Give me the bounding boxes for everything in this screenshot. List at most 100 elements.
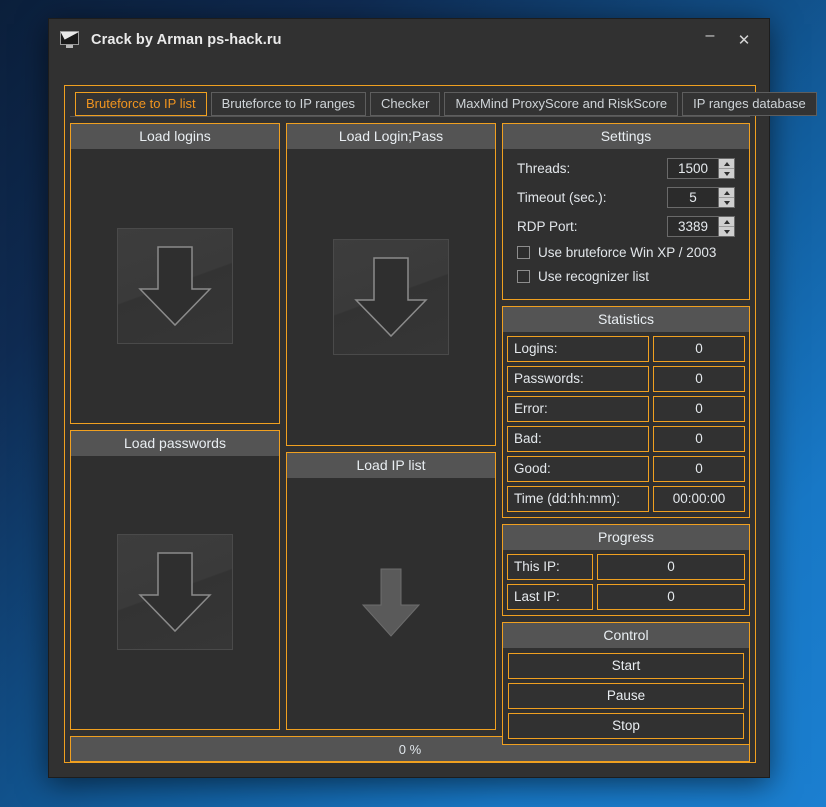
dropzone-load-passwords[interactable]: Load passwords (70, 430, 280, 731)
dropzone-load-logins-area[interactable] (71, 149, 279, 423)
dropzone-load-login-pass[interactable]: Load Login;Pass (286, 123, 496, 446)
start-button[interactable]: Start (508, 653, 744, 679)
left-column: Load logins Load passwords (70, 123, 280, 730)
dropzone-load-ip-list-area[interactable] (287, 478, 495, 730)
statistics-logins-value: 0 (653, 336, 745, 362)
rdp-port-input[interactable]: 3389 (667, 216, 718, 237)
right-column: Settings Threads: 1500 (502, 123, 750, 730)
statistics-title: Statistics (503, 307, 749, 332)
tab-bruteforce-to-ip-list[interactable]: Bruteforce to IP list (75, 92, 207, 116)
dropzone-load-ip-list[interactable]: Load IP list (286, 452, 496, 731)
control-panel: Control Start Pause Stop (502, 622, 750, 745)
progress-this-ip-label: This IP: (507, 554, 593, 580)
settings-row-threads: Threads: 1500 (517, 158, 735, 179)
statistics-time-value: 00:00:00 (653, 486, 745, 512)
overall-progress-label: 0 % (399, 742, 421, 757)
pause-button[interactable]: Pause (508, 683, 744, 709)
window-title: Crack by Arman ps-hack.ru (91, 32, 282, 48)
progress-last-ip-label: Last IP: (507, 584, 593, 610)
checkbox-row-bruteforce-winxp[interactable]: Use bruteforce Win XP / 2003 (517, 245, 735, 260)
statistics-error-value: 0 (653, 396, 745, 422)
timeout-decrement-icon[interactable] (719, 197, 734, 207)
download-arrow-glyph (136, 245, 214, 329)
timeout-stepper-buttons[interactable] (718, 187, 735, 208)
download-box-icon (117, 228, 233, 344)
content-frame: Bruteforce to IP list Bruteforce to IP r… (64, 85, 756, 763)
minimize-button[interactable]: – (693, 19, 727, 61)
main-body: Load logins Load passwords (70, 123, 750, 730)
threads-increment-icon[interactable] (719, 159, 734, 168)
tab-bar: Bruteforce to IP list Bruteforce to IP r… (70, 91, 750, 117)
settings-body: Threads: 1500 Timeout (sec.): (503, 149, 749, 299)
statistics-row: Passwords: 0 (507, 366, 745, 392)
statistics-good-value: 0 (653, 456, 745, 482)
rdp-port-label: RDP Port: (517, 219, 667, 234)
dropzone-load-logins[interactable]: Load logins (70, 123, 280, 424)
statistics-row: Good: 0 (507, 456, 745, 482)
timeout-increment-icon[interactable] (719, 188, 734, 197)
progress-title: Progress (503, 525, 749, 550)
title-bar[interactable]: Crack by Arman ps-hack.ru – ✕ (49, 19, 769, 61)
dropzone-load-login-pass-area[interactable] (287, 149, 495, 445)
progress-panel: Progress This IP: 0 Last IP: 0 (502, 524, 750, 616)
download-box-icon (117, 534, 233, 650)
monitor-icon (59, 30, 81, 50)
progress-last-ip-value: 0 (597, 584, 745, 610)
threads-decrement-icon[interactable] (719, 168, 734, 178)
rdp-port-decrement-icon[interactable] (719, 226, 734, 236)
statistics-bad-label: Bad: (507, 426, 649, 452)
tab-ip-ranges-database[interactable]: IP ranges database (682, 92, 817, 116)
statistics-logins-label: Logins: (507, 336, 649, 362)
download-box-icon (333, 239, 449, 355)
middle-column: Load Login;Pass Load IP list (286, 123, 496, 730)
statistics-good-label: Good: (507, 456, 649, 482)
rdp-port-stepper-buttons[interactable] (718, 216, 735, 237)
progress-row: Last IP: 0 (507, 584, 745, 610)
statistics-row: Bad: 0 (507, 426, 745, 452)
control-title: Control (503, 623, 749, 648)
timeout-stepper[interactable]: 5 (667, 187, 735, 208)
download-arrow-glyph (136, 551, 214, 635)
statistics-row: Time (dd:hh:mm): 00:00:00 (507, 486, 745, 512)
stop-button[interactable]: Stop (508, 713, 744, 739)
statistics-error-label: Error: (507, 396, 649, 422)
close-button[interactable]: ✕ (727, 23, 761, 57)
rdp-port-stepper[interactable]: 3389 (667, 216, 735, 237)
checkbox-bruteforce-winxp[interactable] (517, 246, 530, 259)
dropzone-load-ip-list-title: Load IP list (287, 453, 495, 478)
tab-bruteforce-to-ip-ranges[interactable]: Bruteforce to IP ranges (211, 92, 366, 116)
dropzone-load-passwords-area[interactable] (71, 456, 279, 730)
checkbox-row-recognizer-list[interactable]: Use recognizer list (517, 269, 735, 284)
statistics-body: Logins: 0 Passwords: 0 Error: 0 Bad: (503, 332, 749, 517)
settings-row-rdp-port: RDP Port: 3389 (517, 216, 735, 237)
statistics-passwords-label: Passwords: (507, 366, 649, 392)
threads-stepper-buttons[interactable] (718, 158, 735, 179)
download-arrow-glyph (352, 256, 430, 340)
threads-stepper[interactable]: 1500 (667, 158, 735, 179)
statistics-row: Logins: 0 (507, 336, 745, 362)
tab-maxmind-proxyscore[interactable]: MaxMind ProxyScore and RiskScore (444, 92, 678, 116)
checkbox-recognizer-list-label: Use recognizer list (538, 269, 649, 284)
checkbox-recognizer-list[interactable] (517, 270, 530, 283)
download-arrow-icon (360, 567, 422, 639)
threads-label: Threads: (517, 161, 667, 176)
checkbox-bruteforce-winxp-label: Use bruteforce Win XP / 2003 (538, 245, 716, 260)
rdp-port-increment-icon[interactable] (719, 217, 734, 226)
statistics-bad-value: 0 (653, 426, 745, 452)
statistics-passwords-value: 0 (653, 366, 745, 392)
statistics-row: Error: 0 (507, 396, 745, 422)
timeout-label: Timeout (sec.): (517, 190, 667, 205)
tab-checker[interactable]: Checker (370, 92, 440, 116)
dropzone-load-logins-title: Load logins (71, 124, 279, 149)
dropzone-load-passwords-title: Load passwords (71, 431, 279, 456)
dropzone-load-login-pass-title: Load Login;Pass (287, 124, 495, 149)
settings-panel: Settings Threads: 1500 (502, 123, 750, 300)
timeout-input[interactable]: 5 (667, 187, 718, 208)
threads-input[interactable]: 1500 (667, 158, 718, 179)
control-body: Start Pause Stop (503, 648, 749, 744)
statistics-panel: Statistics Logins: 0 Passwords: 0 Error: (502, 306, 750, 518)
app-window: Crack by Arman ps-hack.ru – ✕ Bruteforce… (48, 18, 770, 778)
settings-row-timeout: Timeout (sec.): 5 (517, 187, 735, 208)
progress-body: This IP: 0 Last IP: 0 (503, 550, 749, 615)
progress-this-ip-value: 0 (597, 554, 745, 580)
